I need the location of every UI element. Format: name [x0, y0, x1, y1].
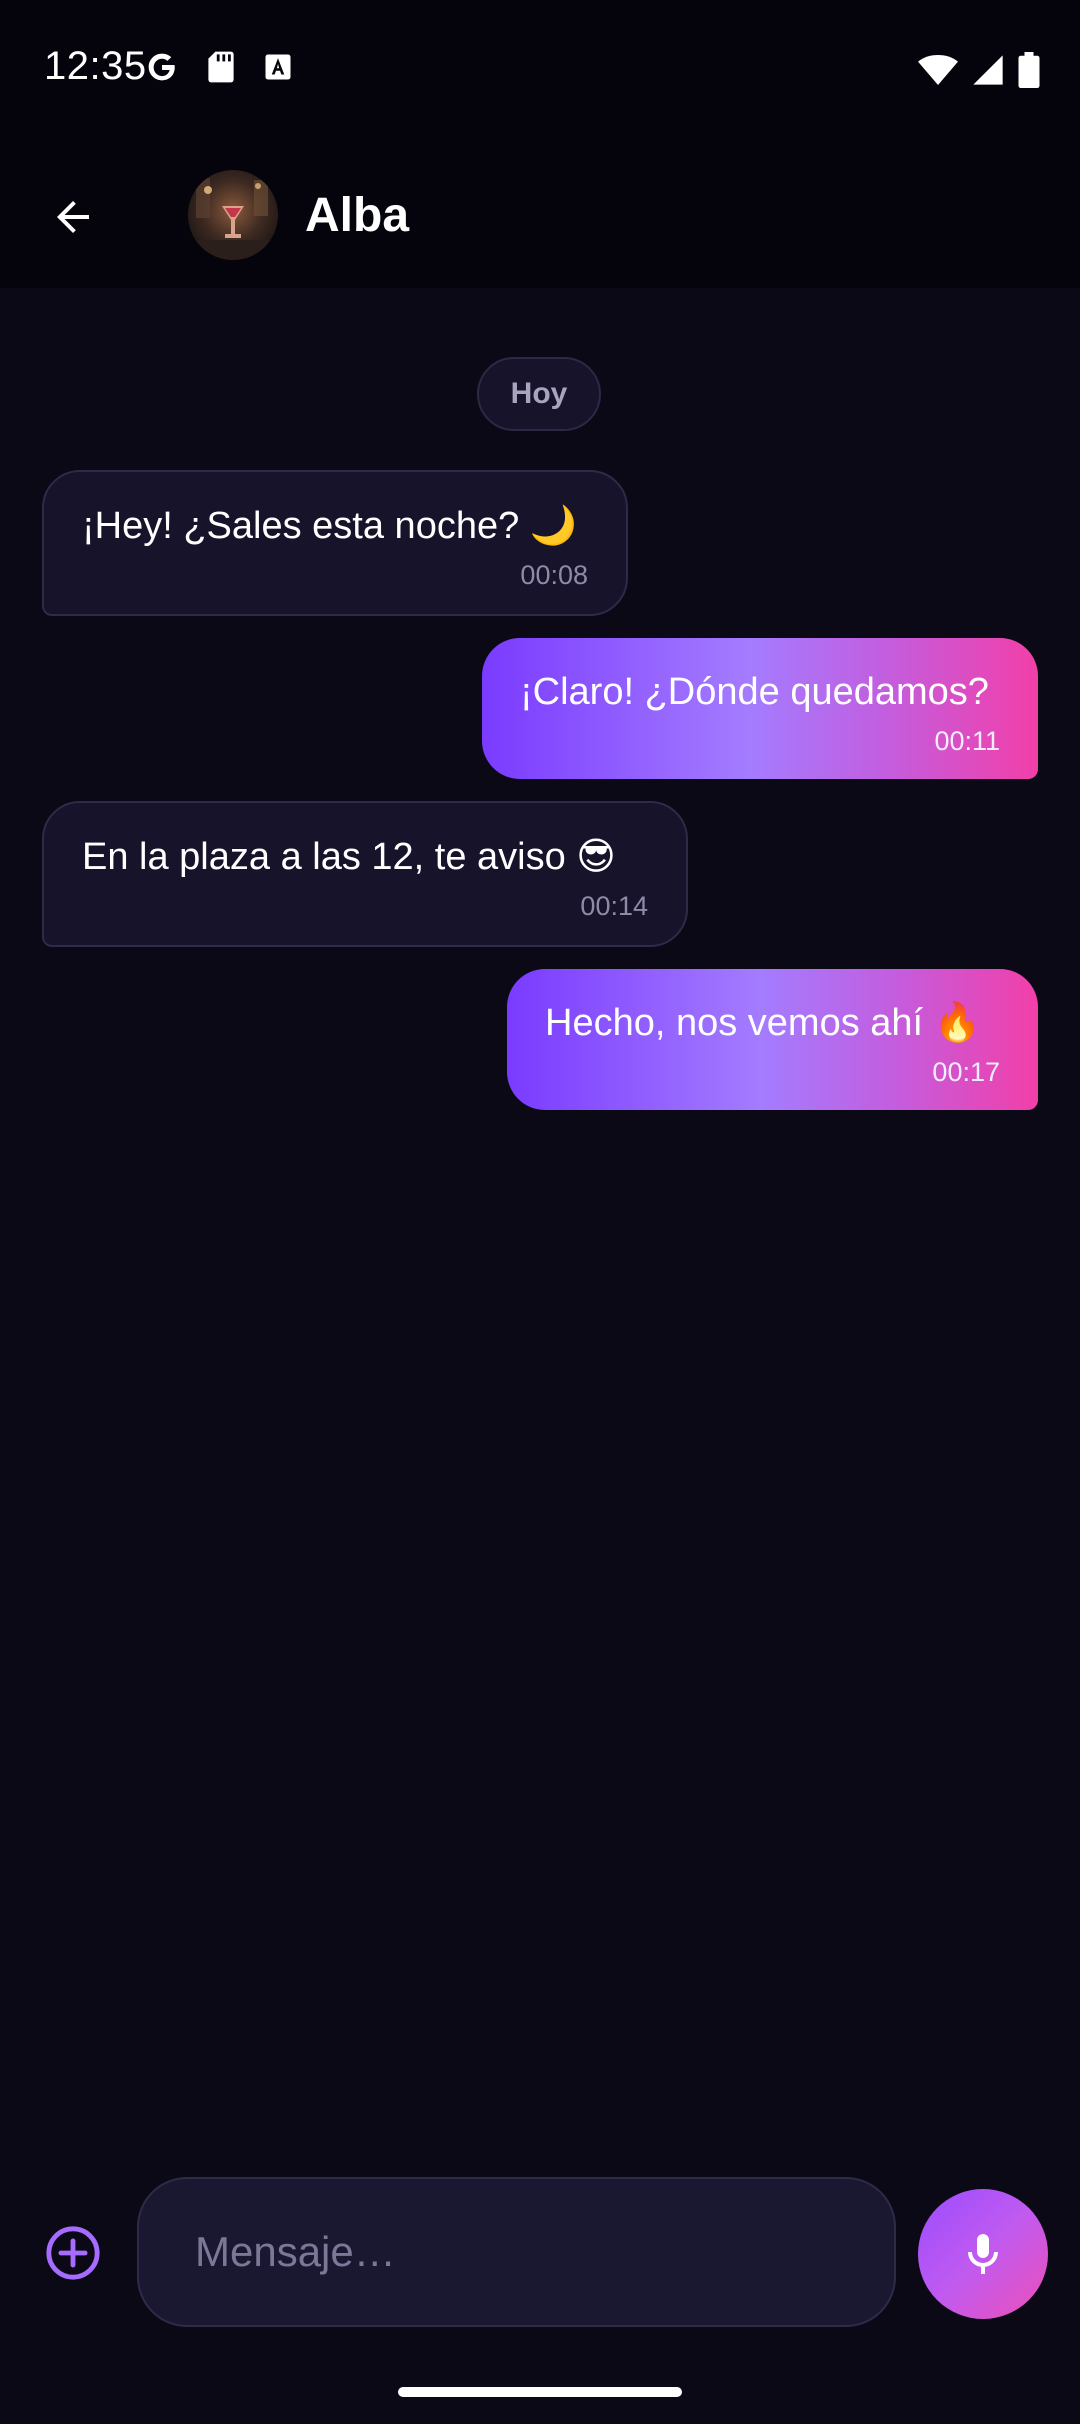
plus-circle-icon [46, 2226, 100, 2280]
message-text: ¡Hey! ¿Sales esta noche? 🌙 [82, 505, 578, 547]
message-bubble-incoming[interactable]: En la plaza a las 12, te aviso 😎 00:14 [42, 801, 688, 947]
font-icon [263, 52, 293, 87]
message-bubble-outgoing[interactable]: Hecho, nos vemos ahí 🔥 00:17 [507, 969, 1038, 1110]
sd-card-icon [207, 50, 235, 89]
message-bubble-incoming[interactable]: ¡Hey! ¿Sales esta noche? 🌙 00:08 [42, 470, 628, 616]
message-text: ¡Claro! ¿Dónde quedamos? [520, 671, 989, 713]
message-bubble-outgoing[interactable]: ¡Claro! ¿Dónde quedamos? 00:11 [482, 638, 1038, 779]
message-text: Hecho, nos vemos ahí 🔥 [545, 1002, 981, 1044]
battery-icon [1018, 52, 1040, 93]
back-button[interactable] [40, 184, 106, 250]
home-indicator[interactable] [398, 2387, 682, 2397]
google-icon [145, 50, 179, 89]
message-time: 00:14 [580, 891, 648, 921]
status-left-icons [145, 50, 293, 89]
status-bar: 12:35 [0, 0, 1080, 140]
message-time: 00:08 [520, 560, 588, 590]
signal-icon [972, 54, 1004, 91]
avatar[interactable] [188, 170, 278, 260]
chat-header: Alba [0, 140, 1080, 288]
date-chip: Hoy [477, 357, 601, 431]
message-input[interactable] [137, 2177, 896, 2327]
message-text: En la plaza a las 12, te aviso 😎 [82, 836, 616, 878]
message-time: 00:11 [934, 726, 1000, 756]
status-right-icons [918, 52, 1040, 93]
chat-screen: 12:35 Alba Hoy ¡Hey! ¿Sales esta noche? … [0, 0, 1080, 2424]
message-time: 00:17 [932, 1057, 1000, 1087]
microphone-button[interactable] [918, 2189, 1048, 2319]
wifi-icon [918, 54, 958, 91]
arrow-back-icon [57, 201, 89, 233]
contact-name[interactable]: Alba [305, 188, 409, 243]
status-time: 12:35 [44, 44, 147, 88]
add-attachment-button[interactable] [44, 2224, 102, 2282]
microphone-icon [968, 2234, 998, 2274]
